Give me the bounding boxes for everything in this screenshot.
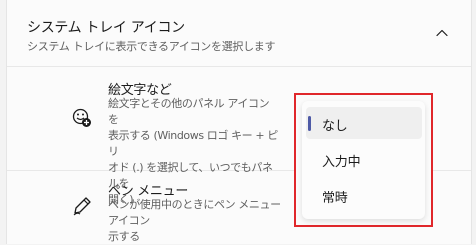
- option-always[interactable]: 常時: [306, 179, 422, 211]
- emoji-add-icon: [72, 108, 91, 127]
- option-none[interactable]: なし: [306, 107, 422, 139]
- dropdown-flyout: なし 入力中 常時: [302, 101, 425, 219]
- system-tray-icons-card: システム トレイ アイコン システム トレイに表示できるアイコンを選択します 絵…: [6, 0, 472, 244]
- pen-menu-description: ペンが使用中のときにペン メニュー アイコン 示する: [108, 198, 281, 243]
- section-subtitle: システム トレイに表示できるアイコンを選択します: [27, 40, 276, 53]
- selected-indicator: [308, 116, 311, 131]
- section-title: システム トレイ アイコン: [27, 20, 185, 36]
- system-tray-icons-header[interactable]: システム トレイ アイコン システム トレイに表示できるアイコンを選択します: [7, 0, 471, 67]
- option-label: 常時: [322, 191, 348, 206]
- chevron-up-icon[interactable]: [435, 26, 449, 40]
- option-while-typing[interactable]: 入力中: [306, 143, 422, 175]
- option-label: なし: [322, 119, 348, 134]
- emoji-visibility-dropdown: なし 入力中 常時: [294, 93, 433, 227]
- option-label: 入力中: [322, 155, 361, 170]
- pen-icon: [73, 197, 91, 216]
